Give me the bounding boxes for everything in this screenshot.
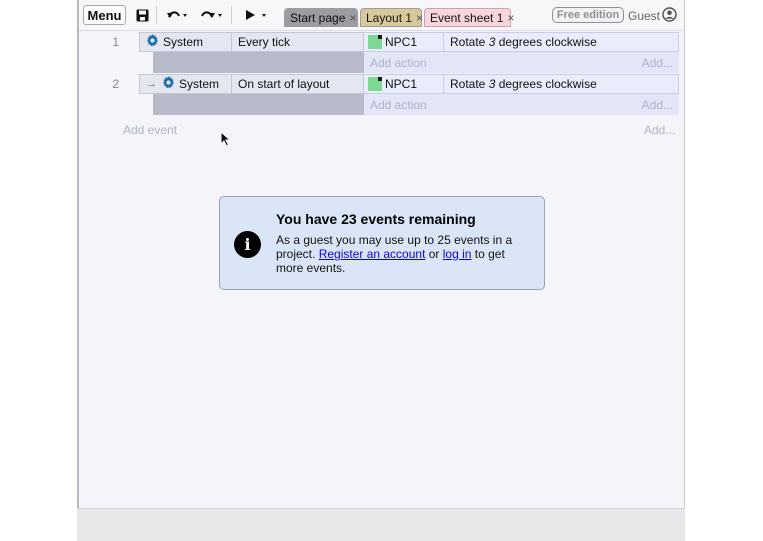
condition-text[interactable]: Every tick — [232, 35, 290, 49]
add-action-row[interactable]: Add action Add... — [364, 94, 679, 115]
redo-icon[interactable] — [197, 5, 225, 25]
condition-empty-area — [153, 52, 364, 73]
event-number: 2 — [112, 77, 119, 91]
add-action-link[interactable]: Add action — [370, 56, 427, 70]
condition-empty-area — [153, 94, 364, 115]
tab-layout-1[interactable]: Layout 1 × — [360, 8, 423, 27]
events-remaining-notice: i You have 23 events remaining As a gues… — [219, 196, 545, 290]
tab-label: Event sheet 1 — [430, 10, 504, 25]
add-more-link[interactable]: Add... — [642, 56, 673, 70]
add-more-link[interactable]: Add... — [642, 98, 673, 112]
add-action-link[interactable]: Add action — [370, 98, 427, 112]
add-event-link[interactable]: Add event — [123, 123, 177, 137]
notice-body: As a guest you may use up to 25 events i… — [276, 233, 513, 275]
tab-start-page[interactable]: Start page × — [284, 8, 358, 27]
save-icon[interactable] — [134, 5, 150, 25]
action-object[interactable]: NPC1 — [364, 75, 444, 93]
free-edition-badge[interactable]: Free edition — [552, 7, 624, 23]
user-name[interactable]: Guest — [628, 9, 660, 23]
add-action-row[interactable]: Add action Add... — [364, 52, 679, 73]
sprite-icon — [368, 35, 382, 49]
close-icon[interactable]: × — [349, 11, 356, 25]
sprite-icon — [368, 77, 382, 91]
condition-object-name: System — [163, 35, 204, 49]
play-icon[interactable] — [242, 5, 270, 25]
notice-title: You have 23 events remaining — [276, 211, 476, 227]
event-block[interactable]: → System On start of layout NPC1 Rotate … — [139, 74, 679, 115]
event-block[interactable]: System Every tick NPC1 Rotate 3 degrees … — [139, 32, 679, 73]
close-icon[interactable]: × — [416, 11, 423, 25]
undo-icon[interactable] — [165, 5, 189, 25]
action-object[interactable]: NPC1 — [364, 33, 444, 51]
close-icon[interactable]: × — [507, 11, 514, 25]
login-link[interactable]: log in — [443, 247, 472, 261]
action-object-name: NPC1 — [385, 35, 418, 49]
condition-row[interactable]: System Every tick — [139, 32, 364, 52]
condition-object[interactable]: System — [140, 33, 232, 51]
action-row[interactable]: NPC1 Rotate 3 degrees clockwise — [364, 32, 679, 52]
menu-button[interactable]: Menu — [83, 5, 126, 25]
event-number: 1 — [112, 35, 119, 49]
user-icon[interactable] — [662, 7, 677, 22]
tab-label: Layout 1 — [366, 10, 413, 25]
construct-editor-window: Menu Start page × Layout 1 × Event sheet… — [77, 0, 685, 510]
tab-event-sheet-1[interactable]: Event sheet 1 × — [424, 8, 514, 27]
condition-object-name: System — [179, 77, 220, 91]
add-more-link[interactable]: Add... — [644, 123, 675, 137]
register-account-link[interactable]: Register an account — [319, 247, 426, 261]
action-text[interactable]: Rotate 3 degrees clockwise — [444, 35, 597, 49]
gear-icon — [162, 76, 175, 92]
mouse-cursor-icon — [220, 130, 232, 147]
trigger-arrow-icon: → — [146, 78, 157, 90]
main-toolbar: Menu Start page × Layout 1 × Event sheet… — [79, 0, 684, 31]
action-text[interactable]: Rotate 3 degrees clockwise — [444, 77, 597, 91]
info-icon: i — [234, 231, 261, 258]
tab-label: Start page — [290, 10, 346, 25]
status-bar — [77, 508, 685, 541]
condition-row[interactable]: → System On start of layout — [139, 74, 364, 94]
condition-text[interactable]: On start of layout — [232, 77, 329, 91]
action-row[interactable]: NPC1 Rotate 3 degrees clockwise — [364, 74, 679, 94]
gear-icon — [146, 34, 159, 50]
action-object-name: NPC1 — [385, 77, 418, 91]
